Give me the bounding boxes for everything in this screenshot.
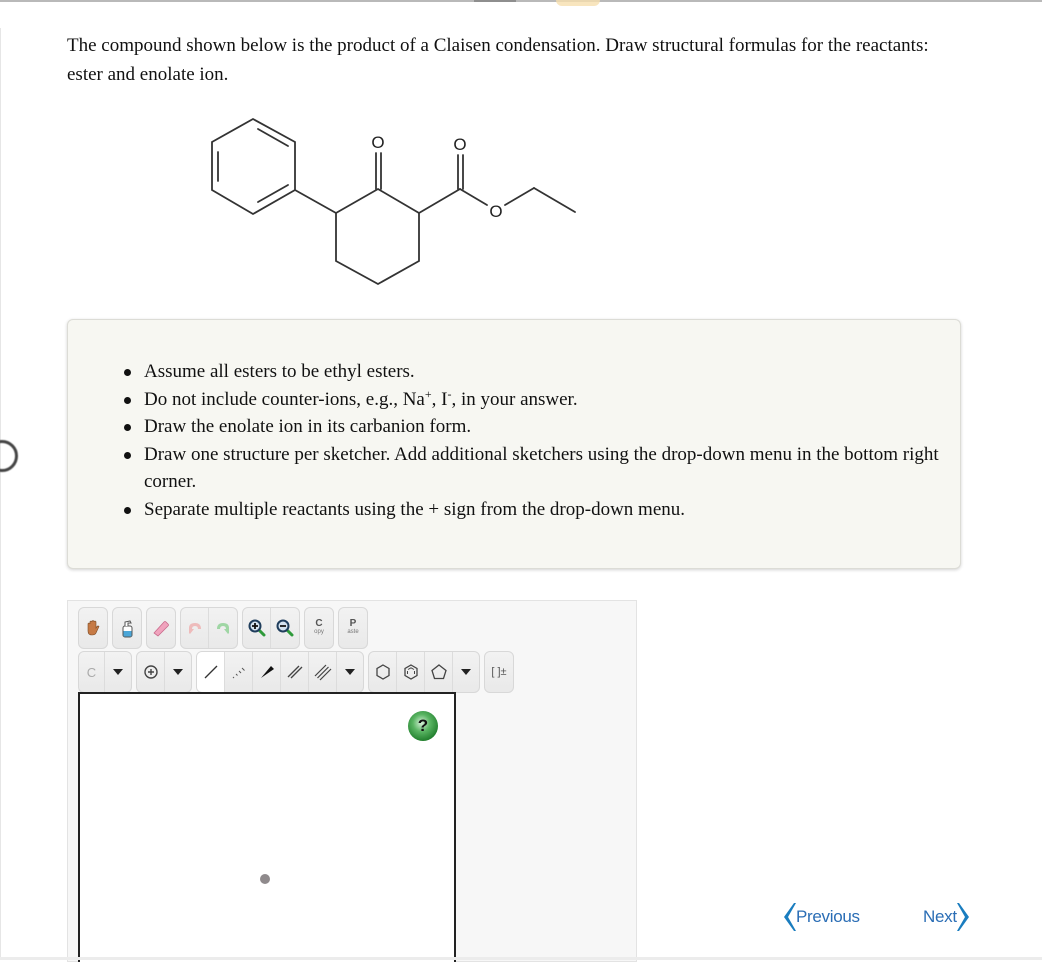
undo-button[interactable] bbox=[181, 608, 209, 648]
hashed-wedge-bond-icon bbox=[232, 667, 245, 679]
previous-button[interactable]: Previous bbox=[782, 902, 860, 932]
wedge-bond-icon bbox=[260, 666, 274, 678]
top-border bbox=[0, 0, 1042, 6]
chevron-down-icon bbox=[345, 669, 355, 675]
wedge-bond-button[interactable] bbox=[253, 652, 281, 692]
double-bond-button[interactable] bbox=[281, 652, 309, 692]
single-bond-icon bbox=[204, 665, 217, 679]
benzene-icon bbox=[403, 664, 418, 680]
eraser-button[interactable] bbox=[147, 608, 175, 648]
instruction-item: Draw one structure per sketcher. Add add… bbox=[118, 441, 948, 496]
ring-dropdown-button[interactable] bbox=[453, 652, 479, 692]
instructions-box: Assume all esters to be ethyl esters. Do… bbox=[67, 319, 961, 569]
atom-carbon-button[interactable]: C bbox=[79, 652, 105, 692]
zoom-out-button[interactable] bbox=[271, 608, 299, 648]
zoom-in-button[interactable] bbox=[243, 608, 271, 648]
chevron-down-icon bbox=[461, 669, 471, 675]
structure-sketcher: Copy Paste C []± ? bbox=[67, 600, 637, 962]
redo-button[interactable] bbox=[209, 608, 237, 648]
instruction-item: Assume all esters to be ethyl esters. bbox=[118, 358, 948, 386]
hashed-bond-button[interactable] bbox=[225, 652, 253, 692]
instructions-list: Assume all esters to be ethyl esters. Do… bbox=[118, 358, 948, 523]
charge-plus-button[interactable] bbox=[137, 652, 165, 692]
benzene-button[interactable] bbox=[397, 652, 425, 692]
circled-plus-icon bbox=[143, 665, 158, 679]
sketcher-toolbar-bottom: C []± bbox=[78, 651, 514, 693]
instruction-item: Draw the enolate ion in its carbanion fo… bbox=[118, 413, 948, 441]
undo-icon bbox=[188, 623, 201, 634]
next-button[interactable]: Next bbox=[923, 902, 971, 932]
atom-dropdown-button[interactable] bbox=[105, 652, 131, 692]
cyclohexane-ring bbox=[335, 187, 420, 286]
hexagon-icon bbox=[375, 664, 390, 680]
erase-all-button[interactable] bbox=[113, 608, 141, 648]
cyclohexane-button[interactable] bbox=[369, 652, 397, 692]
copy-button[interactable]: Copy bbox=[305, 608, 333, 648]
pentagon-icon bbox=[430, 664, 447, 680]
benzene-ring bbox=[211, 117, 296, 216]
hand-icon bbox=[87, 620, 100, 636]
ketone-oxygen-label: O bbox=[371, 133, 384, 152]
paste-button[interactable]: Paste bbox=[339, 608, 367, 648]
single-bond-button[interactable] bbox=[197, 652, 225, 692]
side-circle-control[interactable] bbox=[0, 440, 18, 472]
chevron-left-icon bbox=[784, 903, 796, 931]
left-edge-divider bbox=[0, 28, 1, 958]
move-tool-button[interactable] bbox=[79, 608, 107, 648]
triple-bond-button[interactable] bbox=[309, 652, 337, 692]
ester-oxygen-label: O bbox=[489, 202, 502, 221]
eraser-icon bbox=[153, 621, 169, 637]
double-bond-icon bbox=[287, 665, 302, 679]
instruction-item: Separate multiple reactants using the + … bbox=[118, 496, 948, 524]
sketcher-toolbar-top: Copy Paste bbox=[78, 607, 368, 649]
carbonyl-oxygen-label: O bbox=[453, 135, 466, 154]
chevron-down-icon bbox=[113, 669, 123, 675]
zoom-in-icon bbox=[248, 619, 265, 637]
instruction-item: Do not include counter-ions, e.g., Na+, … bbox=[118, 386, 948, 414]
zoom-out-icon bbox=[276, 619, 294, 637]
drawing-canvas[interactable]: ? bbox=[78, 692, 456, 962]
redo-icon bbox=[217, 623, 229, 634]
bond-dropdown-button[interactable] bbox=[337, 652, 363, 692]
charge-dropdown-button[interactable] bbox=[165, 652, 191, 692]
question-text: The compound shown below is the product … bbox=[67, 35, 929, 85]
cyclopentane-button[interactable] bbox=[425, 652, 453, 692]
spray-bottle-icon bbox=[122, 620, 133, 638]
chevron-right-icon bbox=[956, 903, 969, 931]
product-structure: O O O bbox=[211, 117, 576, 286]
chevron-down-icon bbox=[173, 669, 183, 675]
bracket-charge-button[interactable]: [ ]± bbox=[485, 652, 513, 692]
help-button[interactable]: ? bbox=[408, 711, 438, 741]
triple-bond-icon bbox=[314, 664, 331, 681]
cursor-dot bbox=[260, 874, 270, 884]
